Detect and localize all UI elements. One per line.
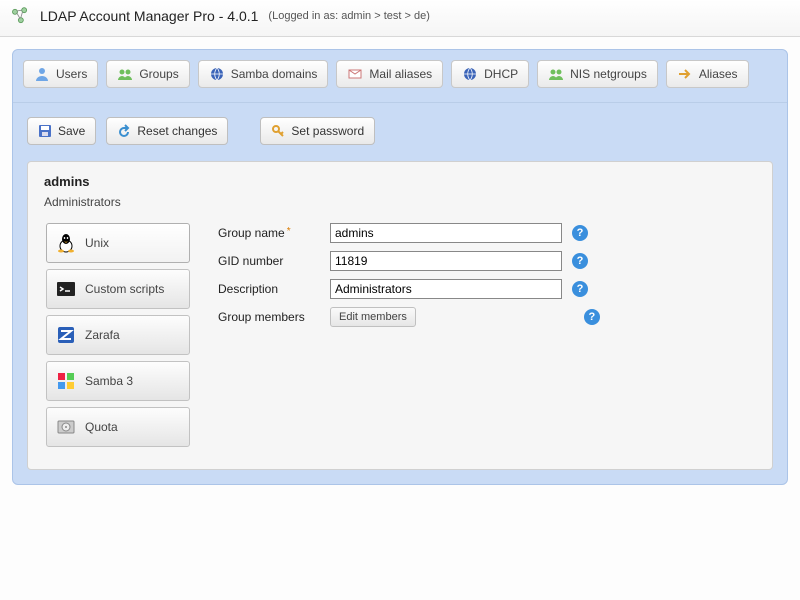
row-gid-number: GID number ?: [218, 251, 752, 271]
panel-header: admins Administrators: [42, 172, 758, 219]
globe-icon: [209, 66, 225, 82]
disk-icon: [55, 416, 77, 438]
save-button[interactable]: Save: [27, 117, 96, 145]
set-password-button[interactable]: Set password: [260, 117, 375, 145]
required-mark: *: [287, 226, 291, 237]
edit-members-button[interactable]: Edit members: [330, 307, 416, 327]
tab-users[interactable]: Users: [23, 60, 98, 88]
side-tab-zarafa[interactable]: Zarafa: [46, 315, 190, 355]
key-icon: [271, 124, 285, 138]
side-tab-quota[interactable]: Quota: [46, 407, 190, 447]
terminal-icon: [55, 278, 77, 300]
tab-label: Groups: [139, 67, 178, 81]
button-label: Save: [58, 124, 85, 138]
help-icon[interactable]: ?: [584, 309, 600, 325]
label-group-members: Group members: [218, 310, 320, 324]
app-title: LDAP Account Manager Pro - 4.0.1: [40, 8, 258, 24]
tab-label: Samba domains: [231, 67, 318, 81]
label-group-name: Group name*: [218, 226, 320, 240]
tab-dhcp[interactable]: DHCP: [451, 60, 529, 88]
windows-icon: [55, 370, 77, 392]
input-gid-number[interactable]: [330, 251, 562, 271]
group-icon: [548, 66, 564, 82]
group-icon: [117, 66, 133, 82]
login-info: (Logged in as: admin > test > de): [268, 10, 429, 22]
side-tabs: Unix Custom scripts Zarafa Samba 3 Quota: [42, 219, 194, 451]
help-icon[interactable]: ?: [572, 225, 588, 241]
tab-aliases[interactable]: Aliases: [666, 60, 749, 88]
top-bar: LDAP Account Manager Pro - 4.0.1 (Logged…: [0, 0, 800, 37]
help-icon[interactable]: ?: [572, 253, 588, 269]
help-icon[interactable]: ?: [572, 281, 588, 297]
tab-label: DHCP: [484, 67, 518, 81]
tux-icon: [55, 232, 77, 254]
tab-groups[interactable]: Groups: [106, 60, 189, 88]
button-label: Set password: [291, 124, 364, 138]
edit-panel: admins Administrators Unix Custom script…: [27, 161, 773, 470]
tab-samba-domains[interactable]: Samba domains: [198, 60, 329, 88]
label-gid-number: GID number: [218, 254, 320, 268]
tab-label: Mail aliases: [369, 67, 432, 81]
panel-body: Unix Custom scripts Zarafa Samba 3 Quota: [42, 219, 758, 451]
user-icon: [34, 66, 50, 82]
tab-mail-aliases[interactable]: Mail aliases: [336, 60, 443, 88]
row-group-name: Group name* ?: [218, 223, 752, 243]
row-description: Description ?: [218, 279, 752, 299]
input-group-name[interactable]: [330, 223, 562, 243]
label-description: Description: [218, 282, 320, 296]
main-tabs: Users Groups Samba domains Mail aliases …: [13, 50, 787, 103]
panel-subtitle: Administrators: [42, 195, 758, 219]
tab-label: Users: [56, 67, 87, 81]
side-tab-label: Samba 3: [85, 374, 133, 388]
zarafa-icon: [55, 324, 77, 346]
globe-icon: [462, 66, 478, 82]
unix-form: Group name* ? GID number ? Description ?…: [212, 219, 758, 339]
row-group-members: Group members Edit members ?: [218, 307, 752, 327]
side-tab-label: Zarafa: [85, 328, 120, 342]
side-tab-label: Custom scripts: [85, 282, 164, 296]
app-logo-icon: [10, 6, 30, 26]
action-buttons: Save Reset changes Set password: [13, 103, 787, 161]
side-tab-custom-scripts[interactable]: Custom scripts: [46, 269, 190, 309]
reset-button[interactable]: Reset changes: [106, 117, 228, 145]
arrow-right-icon: [677, 66, 693, 82]
side-tab-label: Unix: [85, 236, 109, 250]
button-label: Reset changes: [137, 124, 217, 138]
panel-title: admins: [42, 172, 758, 195]
tab-label: NIS netgroups: [570, 67, 647, 81]
tab-label: Aliases: [699, 67, 738, 81]
mail-icon: [347, 66, 363, 82]
undo-icon: [117, 124, 131, 138]
main-container: Users Groups Samba domains Mail aliases …: [12, 49, 788, 485]
side-tab-unix[interactable]: Unix: [46, 223, 190, 263]
save-icon: [38, 124, 52, 138]
tab-nis-netgroups[interactable]: NIS netgroups: [537, 60, 658, 88]
input-description[interactable]: [330, 279, 562, 299]
side-tab-samba3[interactable]: Samba 3: [46, 361, 190, 401]
side-tab-label: Quota: [85, 420, 118, 434]
